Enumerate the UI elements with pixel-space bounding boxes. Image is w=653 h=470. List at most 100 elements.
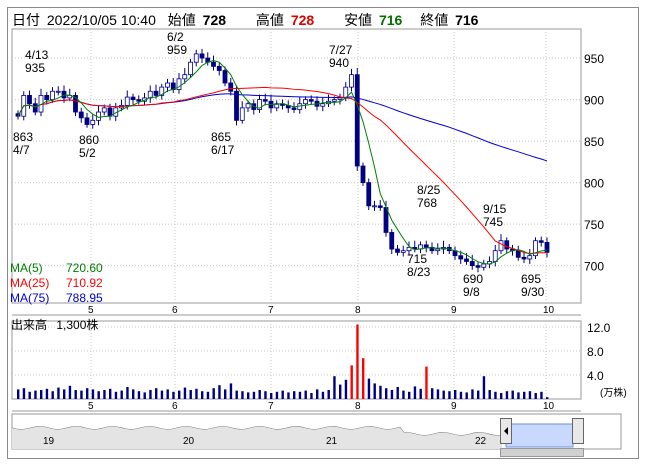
volume-bar: [155, 388, 158, 399]
price-y-tick-950: 950: [584, 52, 604, 66]
volume-bar: [270, 393, 273, 399]
annotation-high-bottom: 940: [329, 56, 349, 70]
candle-body: [521, 256, 527, 260]
volume-bar: [477, 390, 480, 399]
volume-bar: [362, 358, 365, 399]
annotation-high-top: 7/27: [329, 43, 353, 57]
candle-body: [222, 70, 228, 84]
candle-body: [469, 261, 475, 267]
overview-x-tick-21: 21: [326, 436, 338, 447]
candle-body: [234, 90, 239, 121]
candle-body: [349, 74, 354, 88]
volume-unit: (万株): [600, 388, 627, 399]
close-label: 終値: [420, 12, 449, 28]
annotation-low-bottom: 9/30: [521, 285, 545, 299]
volume-bar: [229, 383, 233, 399]
volume-bar: [143, 392, 146, 399]
candle-body: [504, 240, 510, 250]
volume-bar: [402, 390, 405, 399]
volume-bar: [304, 390, 307, 399]
volume-bar: [183, 387, 187, 399]
volume-bar: [132, 389, 135, 399]
volume-bar: [17, 389, 20, 399]
annotation-low-top: 715: [407, 252, 427, 266]
volume-bar: [436, 389, 440, 399]
overview-x-tick-20: 20: [183, 436, 195, 447]
volume-bar: [281, 390, 284, 399]
volume-bar: [448, 391, 451, 399]
volume-bar: [494, 391, 497, 399]
volume-bar: [45, 388, 49, 399]
volume-bar: [540, 391, 543, 399]
volume-bar: [247, 392, 250, 399]
volume-bar: [523, 391, 526, 399]
high-label: 高値: [255, 12, 284, 28]
volume-bar: [28, 391, 31, 399]
volume-label: 出来高: [11, 318, 48, 332]
volume-bar: [97, 391, 100, 399]
volume-bar: [235, 390, 238, 399]
candle-body: [360, 165, 366, 184]
volume-bar: [80, 390, 83, 399]
ma25-label: MA(25): [10, 276, 50, 290]
ma75-legend: MA(75) 788.95: [10, 291, 103, 306]
candle-body: [188, 61, 193, 76]
volume-bar: [86, 388, 89, 399]
scrollbar-track[interactable]: [500, 448, 584, 457]
volume-bar: [195, 388, 198, 399]
open-label: 始値: [167, 12, 196, 28]
volume-x-tick-7: 7: [268, 401, 274, 412]
volume-bar: [534, 393, 537, 399]
volume-y-tick-12.0: 12.0: [587, 321, 611, 335]
volume-bar: [327, 390, 330, 399]
candle-body: [101, 107, 107, 113]
candle-body: [136, 99, 142, 102]
volume-title: 出来高 1,300株: [11, 316, 98, 333]
volume-bar: [321, 391, 325, 399]
annotation-low-top: 865: [211, 130, 231, 144]
volume-bar: [258, 390, 261, 399]
volume-bar: [172, 391, 175, 399]
volume-bar: [275, 391, 279, 399]
volume-bar: [137, 391, 141, 399]
price-y-tick-850: 850: [584, 135, 604, 149]
scroll-right-button[interactable]: [572, 418, 584, 444]
volume-bar: [511, 390, 514, 399]
candle-body: [492, 250, 498, 262]
ma5-value: 720.60: [66, 261, 103, 275]
scroll-range-handle[interactable]: [512, 418, 572, 444]
volume-bar: [408, 391, 411, 399]
volume-bar: [241, 391, 244, 399]
annotation-high-top: 8/25: [417, 183, 441, 197]
candle-body: [475, 265, 481, 268]
annotation-low-bottom: 8/23: [407, 265, 431, 279]
volume-bar: [385, 388, 388, 399]
candle-body: [55, 90, 61, 93]
volume-x-tick-6: 6: [172, 401, 178, 412]
volume-bar: [419, 388, 422, 399]
candle-body: [216, 65, 222, 71]
scroll-left-button[interactable]: [500, 418, 512, 444]
date-label: 日付: [12, 12, 40, 28]
volume-bar: [189, 390, 192, 399]
volume-bar: [373, 383, 376, 399]
candle-body: [538, 240, 544, 243]
price-header: 日付 2022/10/05 10:40 始値 728 高値 728 安値 716…: [12, 10, 486, 28]
volume-bar: [120, 390, 123, 399]
volume-bar: [459, 391, 463, 399]
price-x-tick-5: 5: [88, 305, 94, 316]
volume-bar: [212, 388, 215, 399]
candle-body: [481, 263, 487, 268]
candle-body: [291, 107, 297, 110]
candle-body: [44, 95, 50, 100]
candle-body: [78, 111, 84, 119]
low-label: 安値: [344, 12, 373, 28]
annotation-high-bottom: 959: [167, 43, 187, 57]
volume-bar: [22, 388, 26, 399]
volume-y-tick-8.0: 8.0: [587, 345, 604, 359]
volume-bar: [126, 387, 129, 399]
volume-bar: [40, 390, 43, 399]
ma75-value: 788.95: [66, 291, 103, 305]
volume-bar: [465, 392, 468, 399]
volume-bar: [201, 391, 204, 399]
